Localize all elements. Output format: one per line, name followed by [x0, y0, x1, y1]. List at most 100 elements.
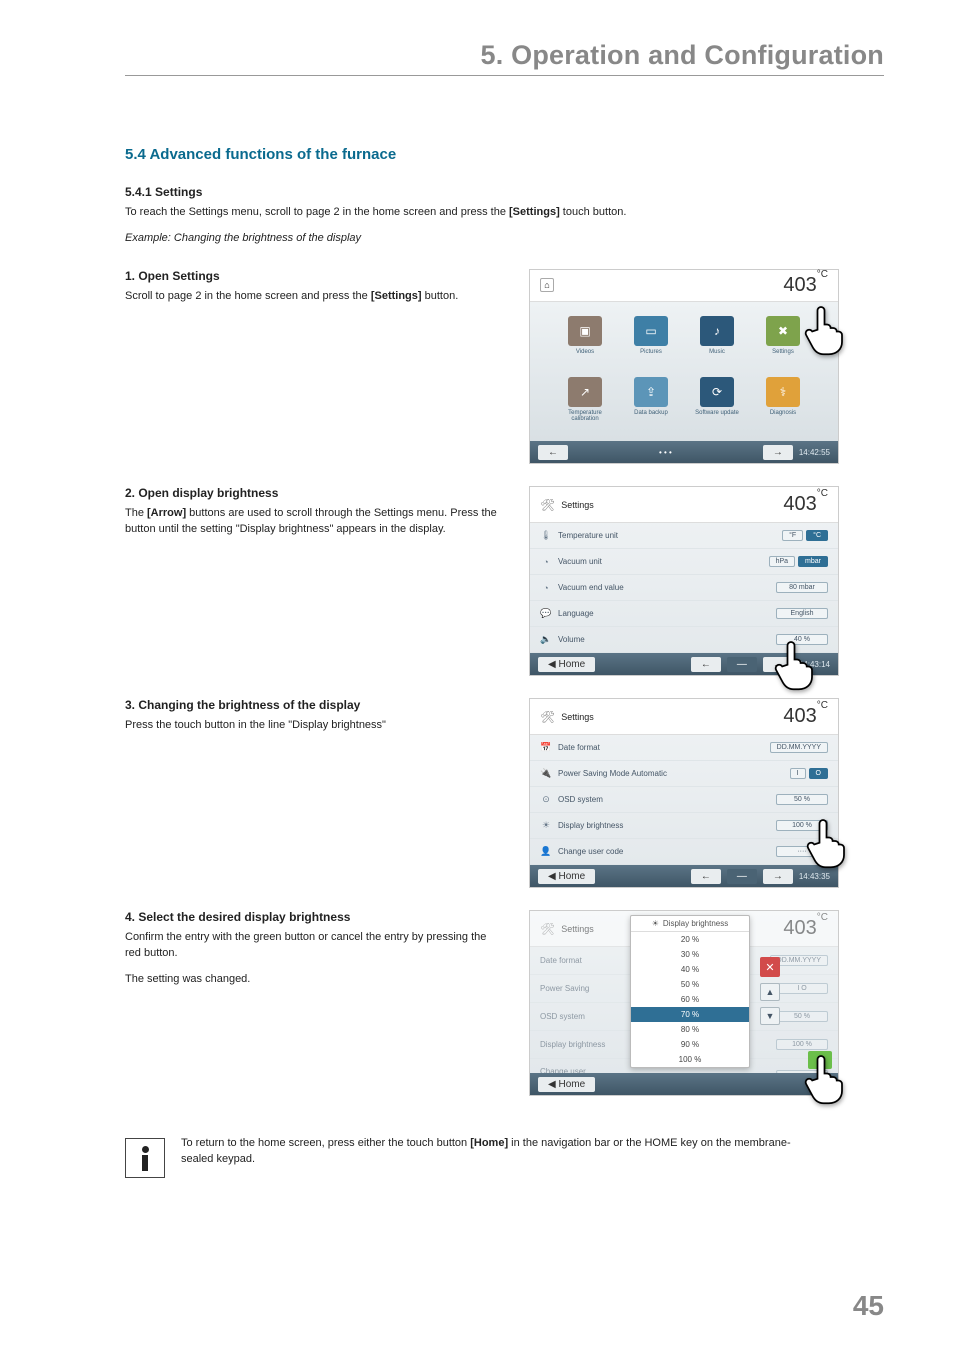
settings-row[interactable]: ◔Vacuum end value80 mbar: [530, 575, 838, 601]
row-label: Display brightness: [540, 1040, 605, 1049]
settings-value: 100 %: [776, 1039, 828, 1050]
home-button[interactable]: ◀ Home: [538, 657, 595, 672]
settings-value[interactable]: O: [809, 768, 828, 779]
page-indicator-button: —: [727, 657, 757, 672]
tile-label: Videos: [576, 349, 594, 361]
settings-row[interactable]: ◔Vacuum unithPambar: [530, 549, 838, 575]
settings-row[interactable]: 🌡Temperature unit°F°C: [530, 523, 838, 549]
next-page-button[interactable]: →: [763, 445, 793, 460]
settings-value[interactable]: 100 %: [776, 820, 828, 831]
home-button[interactable]: ◀ Home: [538, 1077, 595, 1092]
row-label: Power Saving Mode Automatic: [558, 769, 667, 778]
step3-body: Press the touch button in the line "Disp…: [125, 718, 505, 734]
step1-body: Scroll to page 2 in the home screen and …: [125, 289, 505, 305]
brightness-option[interactable]: 80 %: [631, 1022, 749, 1037]
clock: 14:43:14: [799, 660, 830, 669]
brightness-option[interactable]: 20 %: [631, 932, 749, 947]
tile-temperature-calibration[interactable]: ↗Temperature calibration: [558, 377, 612, 423]
brightness-option[interactable]: 50 %: [631, 977, 749, 992]
home-icon[interactable]: ⌂: [540, 278, 554, 292]
chapter-header: 5. Operation and Configuration: [125, 40, 884, 76]
settings-row[interactable]: ☀Display brightness100 %: [530, 813, 838, 839]
tile-icon: ⟳: [700, 377, 734, 407]
clock: 14:43:35: [799, 872, 830, 881]
tile-software-update[interactable]: ⟳Software update: [690, 377, 744, 423]
confirm-button[interactable]: ✓: [808, 1051, 832, 1069]
step1-heading: 1. Open Settings: [125, 269, 505, 283]
cancel-button[interactable]: ✕: [760, 957, 780, 977]
wrench-icon: 🛠: [540, 922, 555, 936]
settings-value[interactable]: mbar: [798, 556, 828, 567]
tile-pictures[interactable]: ▭Pictures: [624, 316, 678, 361]
tile-data-backup[interactable]: ⇪Data backup: [624, 377, 678, 423]
tile-icon: ▭: [634, 316, 668, 346]
brightness-icon: ☀: [652, 919, 659, 928]
tile-diagnosis[interactable]: ⚕Diagnosis: [756, 377, 810, 423]
tile-settings[interactable]: ✖Settings: [756, 316, 810, 361]
tile-label: Temperature calibration: [558, 410, 612, 423]
clock: 14:42:55: [799, 448, 830, 457]
screenshot-3-settings-page2: 🛠 Settings 403°C 📅Date formatDD.MM.YYYY🔌…: [529, 698, 839, 888]
section-5-4-1-heading: 5.4.1 Settings: [125, 185, 884, 199]
row-label: OSD system: [540, 1012, 585, 1021]
brightness-option[interactable]: 90 %: [631, 1037, 749, 1052]
settings-value[interactable]: 40 %: [776, 634, 828, 645]
settings-row[interactable]: 📅Date formatDD.MM.YYYY: [530, 735, 838, 761]
settings-row[interactable]: 🔈Volume40 %: [530, 627, 838, 653]
tile-videos[interactable]: ▣ Videos: [558, 316, 612, 361]
chapter-title: 5. Operation and Configuration: [125, 40, 884, 71]
settings-value[interactable]: 80 mbar: [776, 582, 828, 593]
scroll-down-button[interactable]: ▼: [760, 1007, 780, 1025]
prev-page-button[interactable]: ←: [538, 445, 568, 460]
page-indicator-button: —: [727, 869, 757, 884]
brightness-option[interactable]: 40 %: [631, 962, 749, 977]
step4-body-a: Confirm the entry with the green button …: [125, 930, 505, 962]
tile-icon: ▣: [568, 316, 602, 346]
home-button[interactable]: ◀ Home: [538, 869, 595, 884]
scroll-up-button[interactable]: ▲: [760, 983, 780, 1001]
page-number: 45: [853, 1290, 884, 1322]
settings-row[interactable]: 👤Change user code····: [530, 839, 838, 865]
settings-title: Settings: [561, 500, 594, 510]
brightness-option[interactable]: 70 %: [631, 1007, 749, 1022]
row-label: Date format: [540, 956, 582, 965]
prev-arrow-button[interactable]: ←: [691, 657, 721, 672]
temperature-readout: 403°C: [783, 705, 828, 728]
tile-label: Music: [709, 349, 725, 361]
row-icon: 🔌: [540, 768, 552, 779]
settings-row[interactable]: 🔌 Power Saving Mode Automatic IO: [530, 761, 838, 787]
info-note: To return to the home screen, press eith…: [125, 1136, 884, 1178]
settings-value[interactable]: DD.MM.YYYY: [770, 742, 828, 753]
settings-value[interactable]: °C: [806, 530, 828, 541]
tile-icon: ⇪: [634, 377, 668, 407]
next-arrow-button[interactable]: →: [763, 657, 793, 672]
brightness-option[interactable]: 60 %: [631, 992, 749, 1007]
step2-body: The [Arrow] buttons are used to scroll t…: [125, 506, 505, 538]
row-icon: 🌡: [540, 530, 552, 541]
prev-arrow-button[interactable]: ←: [691, 869, 721, 884]
settings-value[interactable]: °F: [782, 530, 803, 541]
section-5-4-heading: 5.4 Advanced functions of the furnace: [125, 146, 884, 163]
screenshot-2-settings-page1: 🛠 Settings 403°C 🌡Temperature unit°F°C◔V…: [529, 486, 839, 676]
brightness-option[interactable]: 100 %: [631, 1052, 749, 1067]
row-icon: 💬: [540, 608, 552, 619]
tile-music[interactable]: ♪Music: [690, 316, 744, 361]
settings-row[interactable]: ⊙OSD system50 %: [530, 787, 838, 813]
tile-label: Diagnosis: [770, 410, 796, 422]
settings-value[interactable]: I: [790, 768, 806, 779]
settings-value[interactable]: ····: [776, 846, 828, 857]
settings-value[interactable]: hPa: [769, 556, 795, 567]
step2-heading: 2. Open display brightness: [125, 486, 505, 500]
step3-heading: 3. Changing the brightness of the displa…: [125, 698, 505, 712]
brightness-option[interactable]: 30 %: [631, 947, 749, 962]
row-label: Vacuum unit: [558, 557, 602, 566]
step4-body-b: The setting was changed.: [125, 972, 505, 988]
row-icon: ◔: [540, 583, 552, 593]
settings-row[interactable]: 💬LanguageEnglish: [530, 601, 838, 627]
settings-value[interactable]: English: [776, 608, 828, 619]
section-5-4-1-example: Example: Changing the brightness of the …: [125, 231, 884, 247]
page-indicator: • • •: [574, 448, 757, 457]
row-label: Display brightness: [558, 821, 623, 830]
settings-value[interactable]: 50 %: [776, 794, 828, 805]
next-arrow-button[interactable]: →: [763, 869, 793, 884]
